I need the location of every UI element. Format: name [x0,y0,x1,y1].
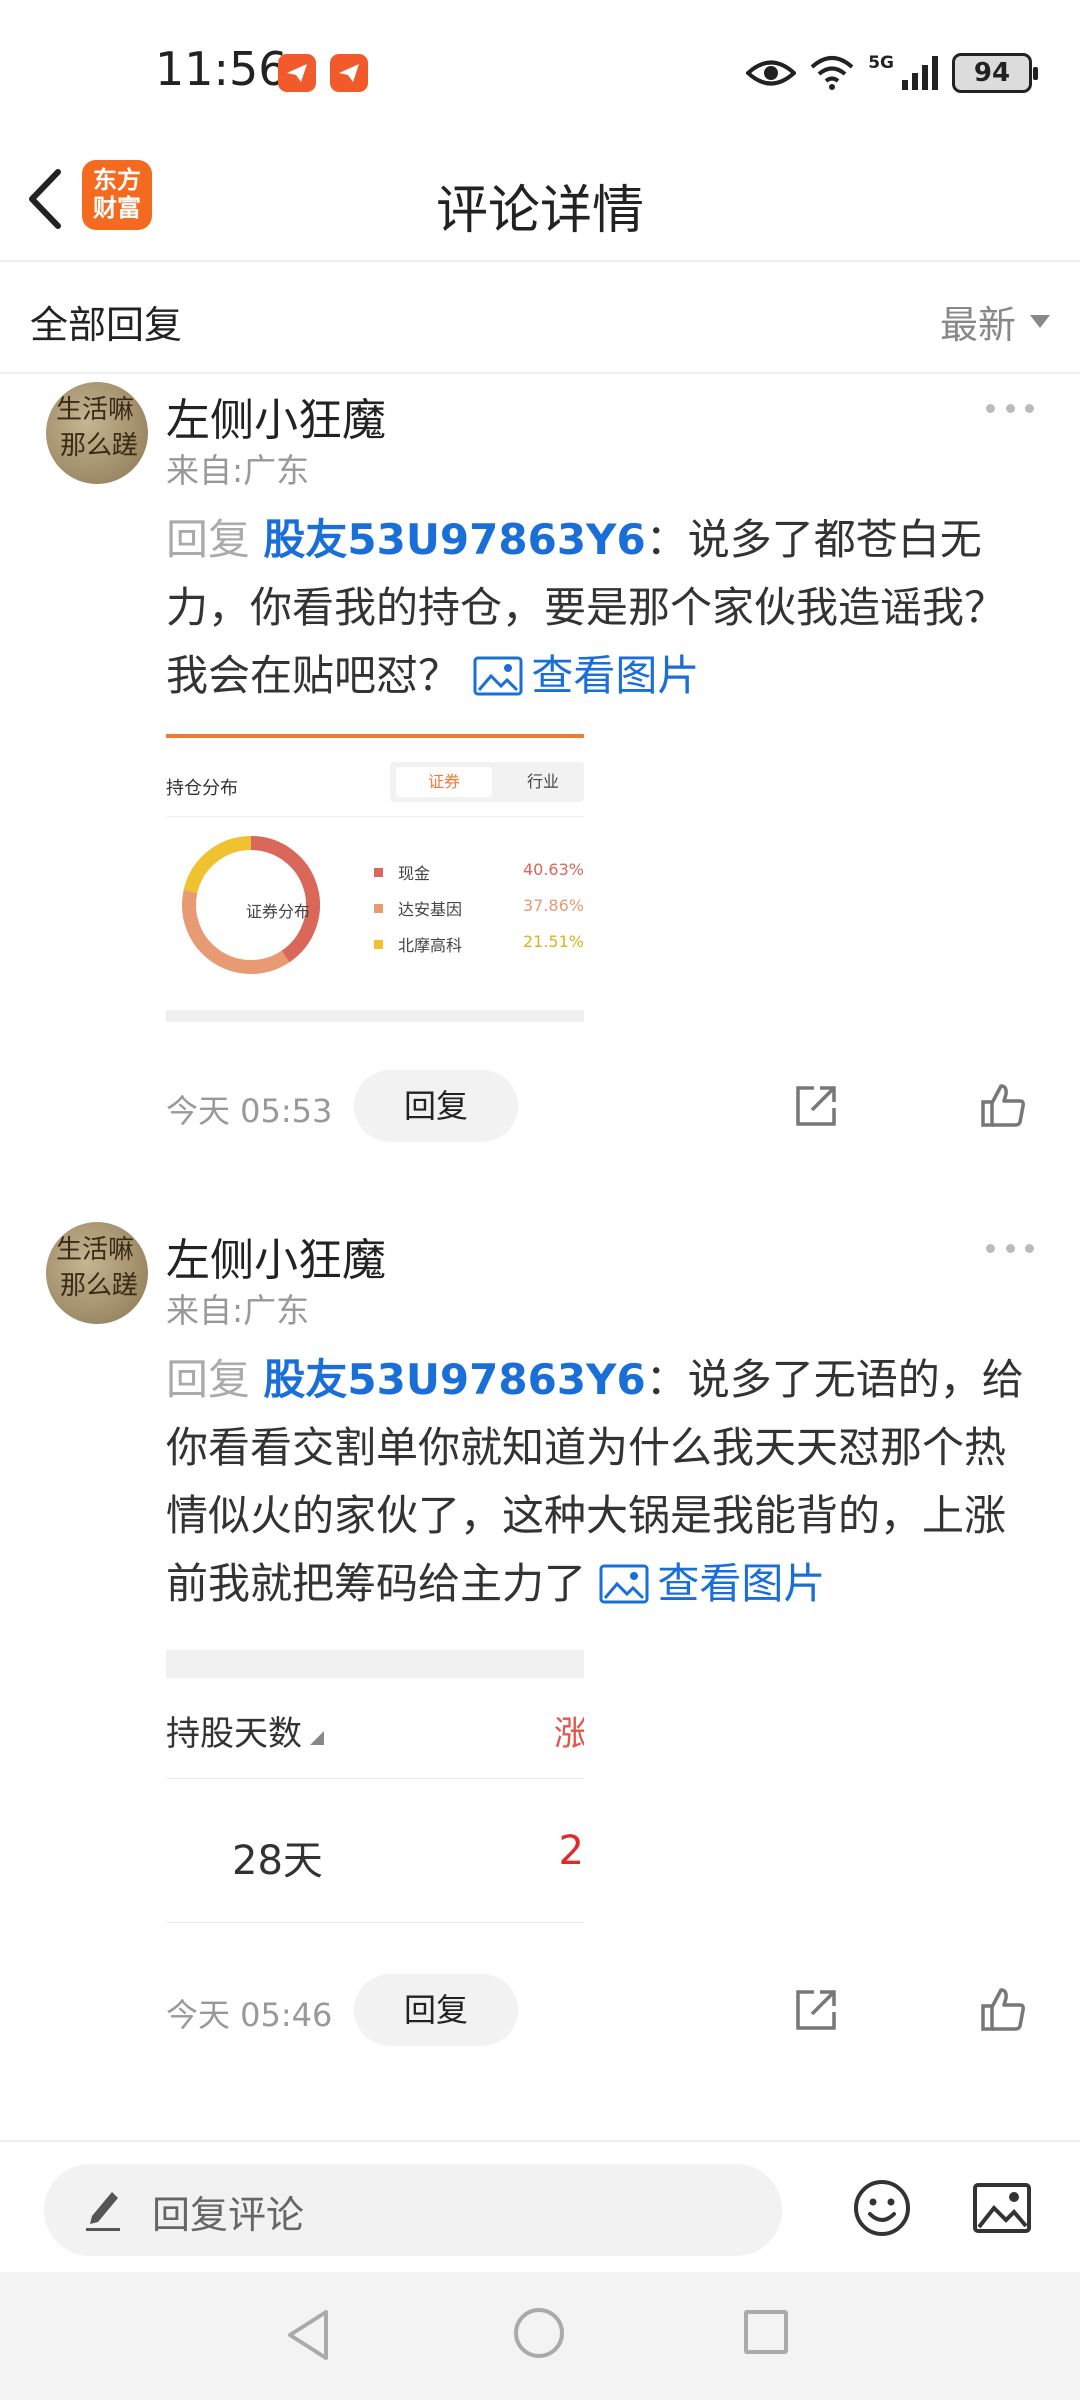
donut-center-label: 证券分布 [245,902,310,921]
caret-down-icon [1030,315,1050,328]
reply-input-bar: 回复评论 [0,2140,1080,2272]
comment-time: 今天 05:46 [166,1996,333,2034]
more-options-icon[interactable] [986,1244,1034,1256]
cut-value: 2 [558,1828,584,1874]
share-icon[interactable] [794,1084,838,1128]
reply-input-placeholder: 回复评论 [152,2193,305,2237]
holding-days-label: 持股天数 [166,1714,302,1754]
legend-name: 北摩高科 [398,936,463,955]
image-upload-icon[interactable] [972,2182,1032,2234]
image-title: 持仓分布 [166,778,238,799]
eye-icon [746,60,797,86]
image-divider [166,816,584,817]
donut-slice-3 [183,836,252,894]
legend-value: 21.51% [522,932,584,951]
attached-image[interactable]: 持仓分布 证券 行业 证券分布 现金 40.63% 达安基因 37.86% 北摩… [166,734,584,1052]
all-replies-title: 全部回复 [30,303,183,347]
avatar[interactable]: 生活嘛 那么蹉 [46,1222,148,1324]
reply-button[interactable]: 回复 [354,1974,518,2046]
pencil-icon [86,2192,120,2231]
reply-comment-input[interactable]: 回复评论 [44,2164,782,2256]
legend-swatch [374,940,383,949]
location: 来自:广东 [166,1291,310,1330]
image-footer [166,1010,584,1022]
avatar[interactable]: 生活嘛 那么蹉 [46,382,148,484]
mention-link[interactable]: 股友53U97863Y6 [263,515,645,564]
page-title: 评论详情 [435,181,644,241]
image-top-bar [166,734,584,738]
notification-app-icon [278,54,316,92]
view-image-link[interactable]: 查看图片 [473,651,699,700]
status-time: 11:56 [155,42,288,96]
sort-dropdown[interactable]: 最新 [940,294,1050,349]
image-icon [599,1564,649,1604]
battery-icon: 94 [952,53,1038,93]
username[interactable]: 左侧小狂魔 [166,384,386,448]
reply-button[interactable]: 回复 [354,1070,518,1142]
image-tab-active: 证券 [396,767,492,797]
status-bar: 11:56 5G 94 [0,0,1080,140]
notification-app-icon [330,54,368,92]
legend-row: 北摩高科 21.51% [374,932,584,956]
attached-image[interactable]: 持股天数 涨 28天 2 [166,1650,584,1932]
reply-prefix: 回复 [166,515,251,564]
view-image-label: 查看图片 [657,1559,826,1608]
system-recents-icon[interactable] [744,2310,788,2354]
image-tab-other: 行业 [526,772,559,791]
network-type: 5G [868,53,894,73]
legend-value: 40.63% [522,860,584,879]
view-image-label: 查看图片 [531,651,700,700]
username[interactable]: 左侧小狂魔 [166,1224,386,1288]
image-icon [473,656,523,696]
comment-time: 今天 05:53 [166,1092,333,1130]
section-header: 全部回复 最新 [0,262,1080,374]
legend-name: 现金 [398,864,431,883]
legend-row: 达安基因 37.86% [374,896,584,920]
legend-swatch [374,904,383,913]
holding-days-header: 持股天数 [166,1706,324,1755]
image-top-bar [166,1650,584,1678]
cut-header: 涨 [554,1714,584,1754]
comment-text: 回复 股友53U97863Y6：说多了无语的，给你看看交割单你就知道为什么我天天… [166,1346,1026,1618]
system-home-icon[interactable] [514,2308,564,2358]
legend-swatch [374,868,383,877]
sort-label: 最新 [939,303,1016,347]
sort-caret-icon [310,1731,324,1745]
battery-level: 94 [973,58,1011,88]
thumbs-up-icon[interactable] [980,1986,1026,2032]
reply-prefix: 回复 [166,1355,251,1404]
image-tabs: 证券 行业 [390,762,584,802]
wifi-icon [810,56,854,90]
more-options-icon[interactable] [986,404,1034,416]
legend-value: 37.86% [522,896,584,915]
view-image-link[interactable]: 查看图片 [599,1559,825,1608]
status-icons: 5G 94 [746,48,1038,98]
nav-bar: 东方 财富 评论详情 [0,140,1080,262]
emoji-icon[interactable] [852,2178,912,2238]
signal-icon [902,56,938,90]
share-icon[interactable] [794,1988,838,2032]
legend-row: 现金 40.63% [374,860,584,884]
image-divider [166,1922,584,1923]
holding-days-value: 28天 [232,1838,323,1884]
system-navigation-bar [0,2272,1080,2400]
image-divider [166,1778,584,1779]
thumbs-up-icon[interactable] [980,1082,1026,1128]
system-back-icon[interactable] [284,2308,332,2362]
legend-name: 达安基因 [398,900,463,919]
mention-link[interactable]: 股友53U97863Y6 [263,1355,645,1404]
location: 来自:广东 [166,451,310,490]
comment-text: 回复 股友53U97863Y6：说多了都苍白无力，你看我的持仓，要是那个家伙我造… [166,506,1026,710]
